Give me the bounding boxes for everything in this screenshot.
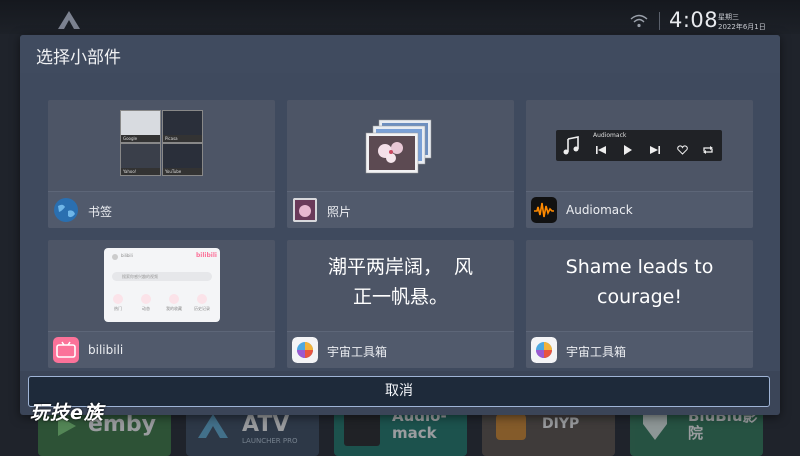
audiomack-icon (531, 197, 557, 223)
bookmark-thumbnail: Yahoo! (120, 143, 161, 176)
heart-icon (677, 145, 688, 155)
launcher-logo-icon (58, 11, 80, 29)
widget-card-footer: 书签 (48, 191, 275, 228)
next-icon (650, 146, 660, 154)
bilibili-logo: bilibili (196, 252, 217, 259)
widget-card-motto[interactable]: Shame leads to courage! 宇宙工具箱 (526, 240, 753, 368)
widget-app-name: bilibili (88, 343, 124, 357)
dock-label-atv: ATV (242, 412, 290, 437)
shortcut-label: 我的收藏 (166, 306, 182, 311)
widget-app-name: 宇宙工具箱 (327, 345, 388, 359)
avatar (112, 254, 118, 260)
widget-app-name: Audiomack (566, 203, 633, 217)
dialog-title: 选择小部件 (36, 48, 121, 68)
date-label: 2022年6月1日 (718, 23, 766, 31)
toolbox-icon (531, 337, 557, 363)
widget-card-footer: 照片 (287, 191, 514, 228)
widget-app-name: 宇宙工具箱 (566, 345, 627, 359)
dynamic-icon (141, 294, 151, 304)
shortcut-label: 热门 (114, 306, 122, 311)
widget-app-name: 书签 (88, 205, 113, 219)
widget-card-poem[interactable]: 潮平两岸阔， 风 正一帆悬。 宇宙工具箱 (287, 240, 514, 368)
play-icon (624, 145, 632, 155)
widget-app-name: 照片 (327, 205, 352, 219)
photo-stack-icon (365, 119, 432, 174)
status-bar: 4:08 星期三 2022年6月1日 (0, 0, 800, 34)
widget-card-footer: 宇宙工具箱 (526, 331, 753, 368)
widget-preview-poem: 潮平两岸阔， 风 正一帆悬。 (287, 240, 514, 331)
audiomack-icon (344, 410, 380, 446)
widget-preview-bilibili: bilibili bilibili 搜索你感兴趣的视频 热门 动态 我的收藏 历… (48, 240, 275, 331)
diyp-icon (496, 414, 526, 440)
watermark: 玩技e族 (30, 402, 104, 424)
widget-preview-audiomack: Audiomack (526, 100, 753, 191)
widget-card-footer: bilibili (48, 331, 275, 368)
status-divider (659, 12, 660, 30)
bilibili-search-bar: 搜索你感兴趣的视频 (112, 272, 212, 281)
player-title: Audiomack (593, 132, 627, 139)
cancel-button[interactable]: 取消 (28, 376, 770, 407)
audiomack-player-preview: Audiomack (556, 130, 722, 161)
panel-app-label: bilibili (121, 253, 133, 258)
widget-preview-bookmarks: Google Picasa Yahoo! YouTube (48, 100, 275, 191)
music-note-icon (563, 136, 579, 155)
dock-sub-atv: LAUNCHER PRO (242, 437, 298, 445)
widget-preview-motto: Shame leads to courage! (526, 240, 753, 331)
wifi-icon (630, 14, 648, 28)
widget-card-audiomack[interactable]: Audiomack Audiomack (526, 100, 753, 228)
atv-logo-icon (198, 414, 228, 438)
widget-picker-dialog: 选择小部件 Google Picasa Yahoo! YouTube 书签 照片… (20, 35, 780, 415)
hot-icon (113, 294, 123, 304)
widget-text: 潮平两岸阔， 风 正一帆悬。 (327, 256, 474, 308)
bilibili-icon (53, 337, 79, 363)
weekday-label: 星期三 (718, 13, 739, 21)
widget-card-footer: 宇宙工具箱 (287, 331, 514, 368)
widget-card-photos[interactable]: 照片 (287, 100, 514, 228)
bookmark-thumbnail: Google (120, 110, 161, 143)
toolbox-icon (292, 337, 318, 363)
previous-icon (596, 146, 606, 154)
shortcut-label: 动态 (142, 306, 150, 311)
widget-card-bookmarks[interactable]: Google Picasa Yahoo! YouTube 书签 (48, 100, 275, 228)
widget-text: Shame leads to courage! (565, 256, 714, 308)
bookmark-thumbnail: Picasa (162, 110, 203, 143)
dock-label-diyp: DIYP (542, 416, 580, 432)
widget-preview-photos (287, 100, 514, 191)
bookmark-thumbnail: YouTube (162, 143, 203, 176)
repeat-icon (703, 146, 713, 154)
widget-card-footer: Audiomack (526, 191, 753, 228)
photo-icon (293, 198, 317, 222)
bilibili-panel-preview: bilibili bilibili 搜索你感兴趣的视频 热门 动态 我的收藏 历… (104, 248, 220, 322)
widget-card-bilibili[interactable]: bilibili bilibili 搜索你感兴趣的视频 热门 动态 我的收藏 历… (48, 240, 275, 368)
dialog-header: 选择小部件 (20, 35, 780, 73)
shortcut-label: 历史记录 (194, 306, 210, 311)
history-icon (197, 294, 207, 304)
clock: 4:08 (669, 8, 719, 32)
globe-icon (54, 198, 78, 222)
favorites-icon (169, 294, 179, 304)
